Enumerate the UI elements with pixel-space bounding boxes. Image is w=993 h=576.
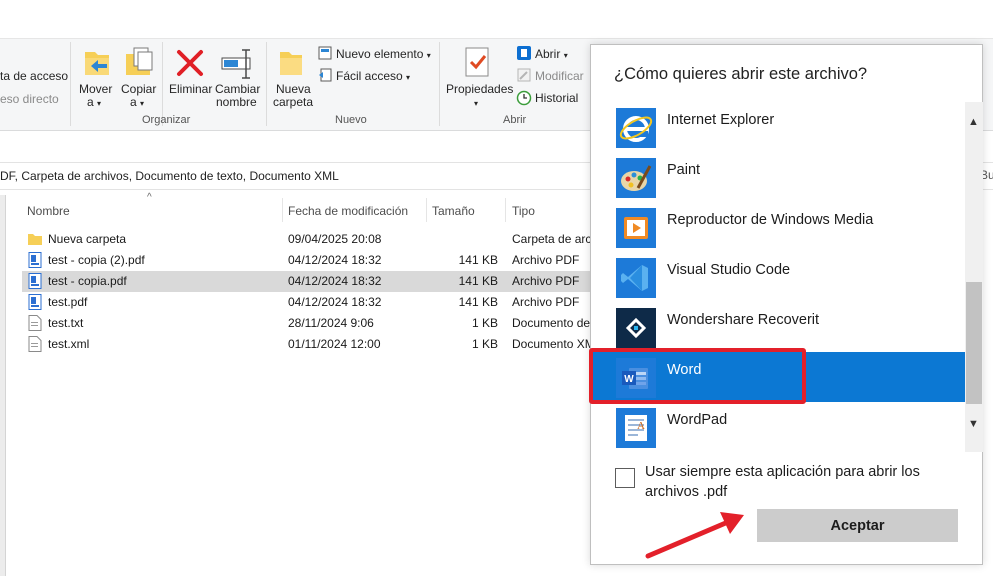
always-use-label: Usar siempre esta aplicación para abrir … bbox=[645, 464, 920, 500]
file-row[interactable]: test - copia (2).pdf 04/12/2024 18:32 141 … bbox=[22, 250, 590, 271]
file-row[interactable]: test.txt 28/11/2024 9:06 1 KB Documento de … bbox=[22, 313, 590, 334]
file-name: test.pdf bbox=[48, 295, 88, 309]
scrollbar-thumb[interactable] bbox=[966, 282, 982, 404]
file-name: test - copia (2).pdf bbox=[48, 253, 145, 267]
vscode-icon bbox=[616, 258, 656, 298]
ok-button[interactable]: Aceptar bbox=[757, 509, 958, 542]
app-item-recoverit[interactable]: Wondershare Recoverit bbox=[591, 302, 967, 352]
recoverit-icon bbox=[616, 308, 656, 348]
file-name: test.txt bbox=[48, 316, 84, 330]
file-size: 141 KB bbox=[458, 274, 498, 288]
file-date: 28/11/2024 9:06 bbox=[288, 316, 374, 330]
file-row[interactable]: Nueva carpeta 09/04/2025 20:08 Carpeta de … bbox=[22, 229, 590, 250]
app-item-paint[interactable]: Paint bbox=[591, 152, 967, 202]
file-type: Archivo PDF bbox=[512, 253, 580, 267]
file-date: 04/12/2024 18:32 bbox=[288, 253, 382, 267]
pdf-icon bbox=[28, 252, 42, 268]
wordpad-icon: A bbox=[616, 408, 656, 448]
always-use-checkbox[interactable] bbox=[615, 468, 635, 488]
app-list-scrollbar[interactable]: ▲ ▼ bbox=[965, 102, 983, 452]
file-size: 141 KB bbox=[458, 295, 498, 309]
file-size: 1 KB bbox=[471, 337, 498, 351]
annotation-arrow-icon bbox=[645, 512, 744, 559]
file-date: 01/11/2024 12:00 bbox=[288, 337, 381, 351]
file-name: test - copia.pdf bbox=[48, 274, 127, 288]
file-name: test.xml bbox=[48, 337, 90, 351]
file-date: 04/12/2024 18:32 bbox=[288, 274, 382, 288]
file-size: 141 KB bbox=[458, 253, 498, 267]
dialog-title: ¿Cómo quieres abrir este archivo? bbox=[614, 65, 868, 83]
file-name: Nueva carpeta bbox=[48, 232, 127, 246]
app-item-media-player[interactable]: Reproductor de Windows Media bbox=[591, 202, 967, 252]
file-type: Archivo PDF bbox=[512, 274, 580, 288]
file-date: 04/12/2024 18:32 bbox=[288, 295, 382, 309]
media-player-icon bbox=[616, 208, 656, 248]
file-row[interactable]: test - copia.pdf 04/12/2024 18:32 141 KB Ar… bbox=[22, 271, 590, 292]
file-type: Archivo PDF bbox=[512, 295, 580, 309]
xml-icon bbox=[28, 336, 42, 352]
internet-explorer-icon bbox=[616, 108, 656, 148]
scroll-down-icon[interactable]: ▼ bbox=[968, 418, 979, 430]
open-with-dialog: ¿Cómo quieres abrir este archivo? Intern… bbox=[589, 44, 983, 565]
pdf-icon bbox=[28, 294, 42, 310]
file-row[interactable]: test.xml 01/11/2024 12:00 1 KB Documento XM… bbox=[22, 334, 590, 355]
scroll-up-icon[interactable]: ▲ bbox=[968, 116, 979, 128]
paint-icon bbox=[616, 158, 656, 198]
app-item-vscode[interactable]: Visual Studio Code bbox=[591, 252, 967, 302]
app-item-internet-explorer[interactable]: Internet Explorer bbox=[591, 102, 967, 152]
file-date: 09/04/2025 20:08 bbox=[288, 232, 382, 246]
app-item-wordpad[interactable]: A WordPad bbox=[591, 402, 967, 452]
svg-text:A: A bbox=[637, 420, 645, 432]
file-type: Documento de texto bbox=[512, 316, 590, 330]
file-row[interactable]: test.pdf 04/12/2024 18:32 141 KB Archivo PD… bbox=[22, 292, 590, 313]
folder-icon bbox=[28, 234, 42, 245]
txt-icon bbox=[28, 315, 42, 331]
pdf-icon bbox=[28, 273, 42, 289]
annotation-highlight-box bbox=[589, 348, 806, 404]
file-size: 1 KB bbox=[471, 316, 498, 330]
screenshot-root: ta de acceso eso directo Mover a ▾ Copia… bbox=[0, 0, 993, 576]
file-type: Carpeta de archivos bbox=[512, 232, 590, 246]
file-list: Nueva carpeta 09/04/2025 20:08 Carpeta de … bbox=[0, 0, 590, 576]
file-type: Documento XML bbox=[512, 337, 590, 351]
